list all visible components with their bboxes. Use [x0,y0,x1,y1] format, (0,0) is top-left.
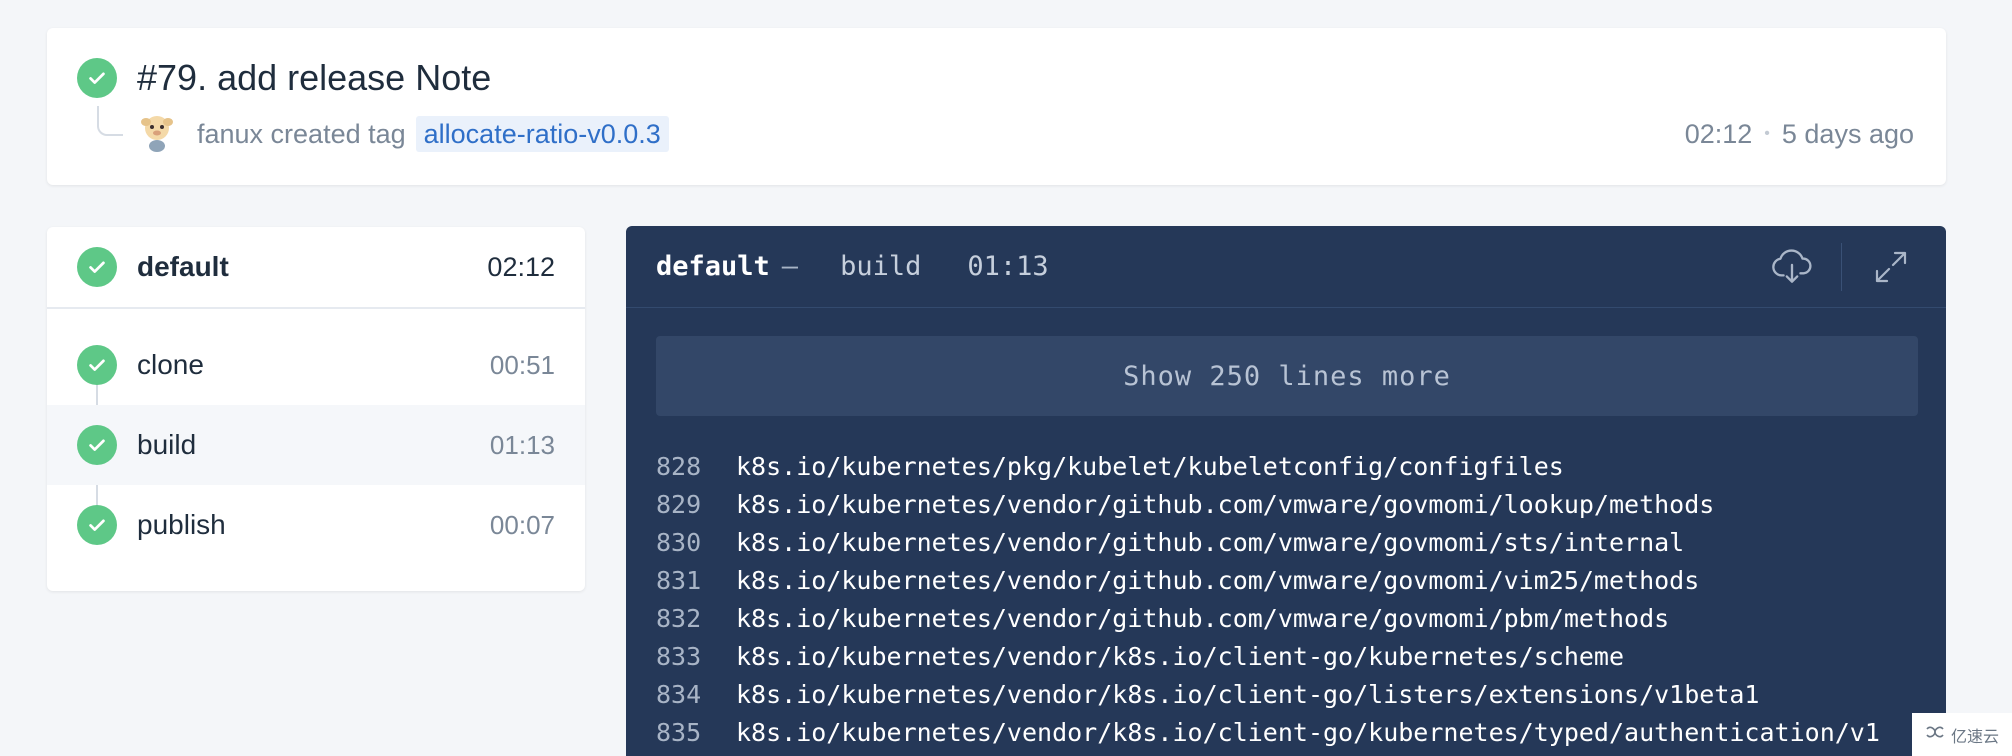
line-number[interactable]: 829 [656,490,736,519]
success-check-icon [77,345,117,385]
stage-name: default [137,251,229,282]
step-name: clone [137,349,204,380]
line-text: k8s.io/kubernetes/vendor/github.com/vmwa… [736,489,1715,519]
step-time: 00:07 [489,509,555,540]
line-number[interactable]: 834 [656,680,736,709]
commit-author-line: fanux created tag allocate-ratio-v0.0.3 [197,116,669,152]
log-line: 834 k8s.io/kubernetes/vendor/k8s.io/clien… [656,675,1880,713]
line-text: k8s.io/kubernetes/pkg/kubelet/kubeletcon… [736,451,1564,481]
success-check-icon [77,247,117,287]
log-header: default — build 01:13 [626,226,1946,308]
line-number[interactable]: 831 [656,566,736,595]
build-meta: 02:12 • 5 days ago [1685,116,1914,152]
avatar[interactable] [139,112,175,152]
success-check-icon [77,58,117,98]
header-divider [1841,242,1842,291]
expand-icon[interactable] [1866,242,1916,292]
show-more-lines-button[interactable]: Show 250 lines more [656,336,1918,416]
watermark: 亿速云 [1912,713,2012,756]
tag-link[interactable]: allocate-ratio-v0.0.3 [415,116,669,152]
stage-time: 02:12 [487,251,555,282]
build-title: #79. add release Note [137,57,492,98]
step-list: clone 00:51 build 01:13 publish 00:07 [47,309,585,565]
tree-connector [97,106,123,136]
log-line: 835 k8s.io/kubernetes/vendor/k8s.io/clien… [656,713,1880,751]
line-text: k8s.io/kubernetes/vendor/k8s.io/client-g… [736,641,1625,671]
line-text: k8s.io/kubernetes/vendor/github.com/vmwa… [736,603,1670,633]
step-item-publish[interactable]: publish 00:07 [47,485,585,565]
watermark-logo-icon [1925,725,1945,744]
download-cloud-icon[interactable] [1767,242,1817,292]
build-header-card: #79. add release Note fanux created tag … [47,28,1946,185]
watermark-text: 亿速云 [1950,728,1999,746]
step-time: 00:51 [489,349,555,380]
line-number[interactable]: 830 [656,528,736,557]
log-line: 830 k8s.io/kubernetes/vendor/github.com/v… [656,523,1880,561]
log-step-name: build [840,251,922,282]
log-line: 828 k8s.io/kubernetes/pkg/kubelet/kubelet… [656,447,1880,485]
step-time: 01:13 [489,429,555,460]
line-text: k8s.io/kubernetes/vendor/k8s.io/client-g… [736,717,1880,747]
line-number[interactable]: 832 [656,604,736,633]
log-line: 831 k8s.io/kubernetes/vendor/github.com/v… [656,561,1880,599]
log-line: 829 k8s.io/kubernetes/vendor/github.com/v… [656,485,1880,523]
stage-header[interactable]: default 02:12 [47,227,585,309]
step-item-clone[interactable]: clone 00:51 [47,325,585,405]
line-number[interactable]: 833 [656,642,736,671]
step-item-build[interactable]: build 01:13 [47,405,585,485]
build-duration: 02:12 [1684,119,1753,149]
log-line: 833 k8s.io/kubernetes/vendor/k8s.io/clien… [656,637,1880,675]
line-text: k8s.io/kubernetes/vendor/github.com/vmwa… [736,565,1700,595]
author-text: fanux created tag [197,119,406,149]
log-separator: — [781,251,799,282]
success-check-icon [77,505,117,545]
line-number[interactable]: 828 [656,452,736,481]
log-stage-name: default [656,251,770,282]
build-age: 5 days ago [1781,119,1914,149]
log-panel: default — build 01:13 Show 250 lines mor… [626,226,1946,756]
separator-dot: • [1764,125,1770,142]
success-check-icon [77,425,117,465]
step-name: build [137,429,197,460]
log-line: 832 k8s.io/kubernetes/vendor/github.com/v… [656,599,1880,637]
line-text: k8s.io/kubernetes/vendor/github.com/vmwa… [736,527,1685,557]
log-lines: 828 k8s.io/kubernetes/pkg/kubelet/kubelet… [656,447,1880,751]
line-number[interactable]: 835 [656,718,736,747]
stage-card: default 02:12 clone 00:51 build 01:13 pu… [47,227,585,591]
line-text: k8s.io/kubernetes/vendor/k8s.io/client-g… [736,679,1760,709]
step-name: publish [137,509,226,540]
log-step-duration: 01:13 [967,251,1049,282]
